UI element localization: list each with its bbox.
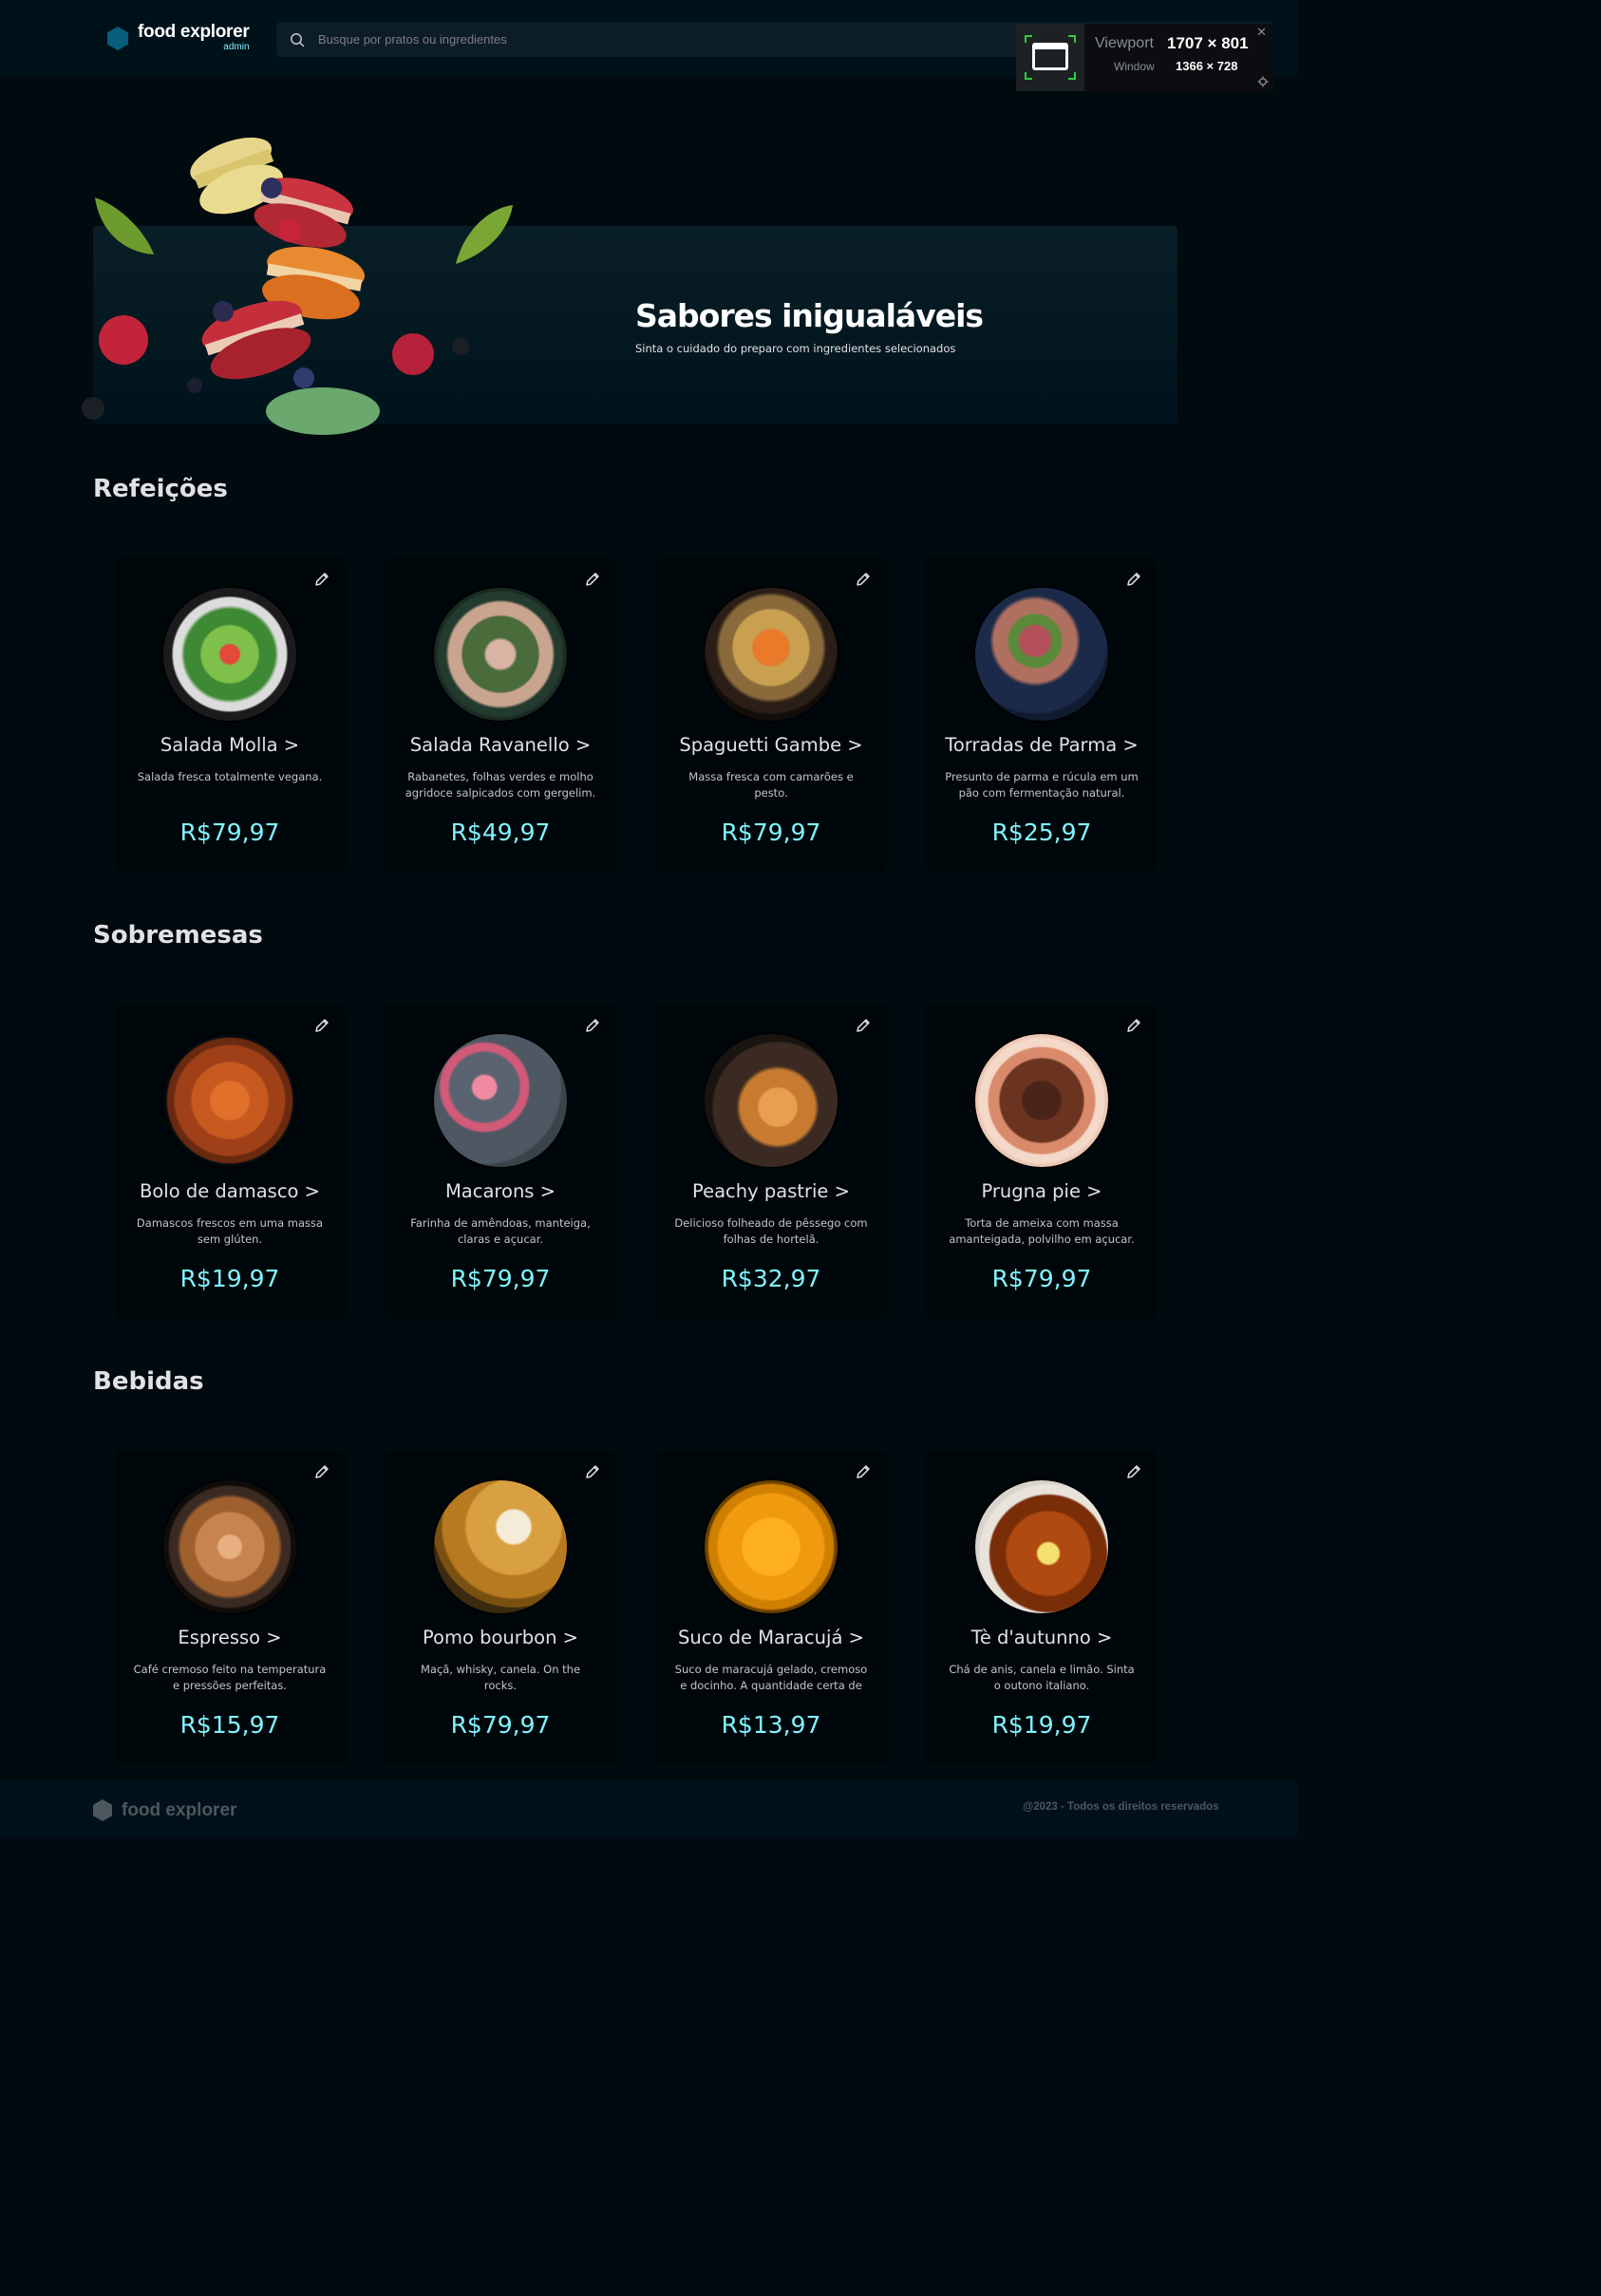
pencil-edit-icon[interactable]	[855, 1463, 872, 1480]
pencil-edit-icon[interactable]	[855, 571, 872, 588]
dish-price: R$79,97	[450, 1711, 551, 1739]
search-input[interactable]	[318, 32, 983, 47]
pencil-edit-icon[interactable]	[1125, 1017, 1142, 1034]
dish-card[interactable]: Bolo de damasco > Damascos frescos em um…	[114, 1004, 346, 1319]
pencil-edit-icon[interactable]	[313, 571, 330, 588]
search-icon	[291, 32, 305, 47]
dish-image[interactable]	[163, 588, 296, 721]
footer-logo-name: food explorer	[122, 1799, 237, 1820]
viewport-value: 1707 × 801	[1167, 34, 1249, 52]
dish-price: R$79,97	[179, 819, 280, 846]
logo[interactable]: food explorer admin	[107, 23, 250, 52]
dish-price: R$49,97	[450, 819, 551, 846]
dish-name[interactable]: Prugna pie >	[926, 1180, 1158, 1202]
section-title-sobremesas: Sobremesas	[93, 921, 263, 950]
copyright-text: @2023 - Todos os direitos reservados	[1023, 1801, 1219, 1813]
dish-card[interactable]: Prugna pie > Torta de ameixa com massa a…	[926, 1004, 1158, 1319]
dish-price: R$13,97	[721, 1711, 821, 1739]
dish-price: R$79,97	[450, 1265, 551, 1292]
dish-description: Suco de maracujá gelado, cremoso e docin…	[674, 1663, 868, 1692]
pencil-edit-icon[interactable]	[313, 1017, 330, 1034]
dish-description: Torta de ameixa com massa amanteigada, p…	[949, 1216, 1135, 1246]
dish-price: R$15,97	[179, 1711, 280, 1739]
viewport-label: Viewport	[1095, 35, 1154, 51]
dish-price: R$19,97	[991, 1711, 1092, 1739]
dish-name[interactable]: Salada Molla >	[114, 734, 346, 756]
dish-price: R$19,97	[179, 1265, 280, 1292]
viewport-screen-icon	[1016, 24, 1084, 91]
dish-image[interactable]	[705, 588, 838, 721]
pencil-edit-icon[interactable]	[855, 1017, 872, 1034]
dish-name[interactable]: Tè d'autunno >	[926, 1627, 1158, 1648]
dish-card[interactable]: Peachy pastrie > Delicioso folheado de p…	[655, 1004, 887, 1319]
dish-description: Presunto de parma e rúcula em um pão com…	[945, 770, 1139, 800]
pencil-edit-icon[interactable]	[1125, 1463, 1142, 1480]
dish-price: R$79,97	[991, 1265, 1092, 1292]
dish-name[interactable]: Torradas de Parma >	[926, 734, 1158, 756]
dish-name[interactable]: Suco de Maracujá >	[655, 1627, 887, 1648]
pencil-edit-icon[interactable]	[584, 1463, 601, 1480]
dish-description: Delicioso folheado de pêssego com folhas…	[674, 1216, 868, 1246]
dish-card[interactable]: Torradas de Parma > Presunto de parma e …	[926, 557, 1158, 873]
dish-description: Rabanetes, folhas verdes e molho agridoc…	[405, 770, 596, 800]
dish-card[interactable]: Spaguetti Gambe > Massa fresca com camar…	[655, 557, 887, 873]
dish-image[interactable]	[975, 1034, 1108, 1167]
dish-image[interactable]	[705, 1034, 838, 1167]
dish-name[interactable]: Salada Ravanello >	[385, 734, 616, 756]
dish-price: R$32,97	[721, 1265, 821, 1292]
dish-card[interactable]: Macarons > Farinha de amêndoas, manteiga…	[385, 1004, 616, 1319]
dish-name[interactable]: Espresso >	[114, 1627, 346, 1648]
header: food explorer admin Viewport 1707 × 801 …	[0, 0, 1297, 91]
pencil-edit-icon[interactable]	[584, 571, 601, 588]
hexagon-logo-icon	[93, 1799, 112, 1821]
banner-title: Sabores inigualáveis	[635, 297, 984, 334]
close-icon[interactable]: ✕	[1256, 26, 1267, 40]
viewport-size-overlay: Viewport 1707 × 801 Window 1366 × 728 ✕	[1016, 24, 1274, 91]
window-value: 1366 × 728	[1176, 59, 1238, 73]
dish-card[interactable]: Salada Ravanello > Rabanetes, folhas ver…	[385, 557, 616, 873]
dish-image[interactable]	[163, 1480, 296, 1613]
pencil-edit-icon[interactable]	[313, 1463, 330, 1480]
dish-description: Café cremoso feito na temperatura e pres…	[133, 1663, 327, 1692]
footer: food explorer @2023 - Todos os direitos …	[0, 1780, 1297, 1837]
dish-card[interactable]: Pomo bourbon > Maçã, whisky, canela. On …	[385, 1450, 616, 1765]
macarons-image	[82, 137, 513, 435]
dish-image[interactable]	[975, 588, 1108, 721]
pencil-edit-icon[interactable]	[584, 1017, 601, 1034]
dish-image[interactable]	[163, 1034, 296, 1167]
dish-image[interactable]	[705, 1480, 838, 1613]
dish-description: Massa fresca com camarões e pesto.	[688, 770, 854, 800]
dish-card[interactable]: Espresso > Café cremoso feito na tempera…	[114, 1450, 346, 1765]
footer-logo[interactable]: food explorer	[93, 1799, 236, 1821]
dish-description: Maçã, whisky, canela. On the rocks.	[420, 1663, 581, 1692]
dish-description: Farinha de amêndoas, manteiga, claras e …	[410, 1216, 591, 1246]
section-title-bebidas: Bebidas	[93, 1367, 204, 1396]
section-title-refeicoes: Refeições	[93, 475, 228, 503]
dish-description: Salada fresca totalmente vegana.	[137, 770, 323, 783]
window-label: Window	[1114, 60, 1155, 73]
dish-price: R$25,97	[991, 819, 1092, 846]
banner-subtitle: Sinta o cuidado do preparo com ingredien…	[635, 342, 956, 355]
dish-image[interactable]	[434, 1034, 567, 1167]
dish-image[interactable]	[434, 1480, 567, 1613]
dish-image[interactable]	[975, 1480, 1108, 1613]
dish-image[interactable]	[434, 588, 567, 721]
dish-description: Chá de anis, canela e limão. Sinta o out…	[949, 1663, 1135, 1692]
dish-card[interactable]: Salada Molla > Salada fresca totalmente …	[114, 557, 346, 873]
dish-price: R$79,97	[721, 819, 821, 846]
dish-name[interactable]: Spaguetti Gambe >	[655, 734, 887, 756]
pencil-edit-icon[interactable]	[1125, 571, 1142, 588]
dish-name[interactable]: Peachy pastrie >	[655, 1180, 887, 1202]
dish-name[interactable]: Pomo bourbon >	[385, 1627, 616, 1648]
dish-name[interactable]: Bolo de damasco >	[114, 1180, 346, 1202]
dish-card[interactable]: Suco de Maracujá > Suco de maracujá gela…	[655, 1450, 887, 1765]
logo-name: food explorer	[138, 22, 250, 42]
dish-description: Damascos frescos em uma massa sem glúten…	[136, 1216, 324, 1246]
hexagon-logo-icon	[107, 27, 128, 50]
dish-card[interactable]: Tè d'autunno > Chá de anis, canela e lim…	[926, 1450, 1158, 1765]
logo-role-admin: admin	[223, 42, 250, 52]
dish-name[interactable]: Macarons >	[385, 1180, 616, 1202]
gear-icon[interactable]	[1257, 76, 1269, 87]
